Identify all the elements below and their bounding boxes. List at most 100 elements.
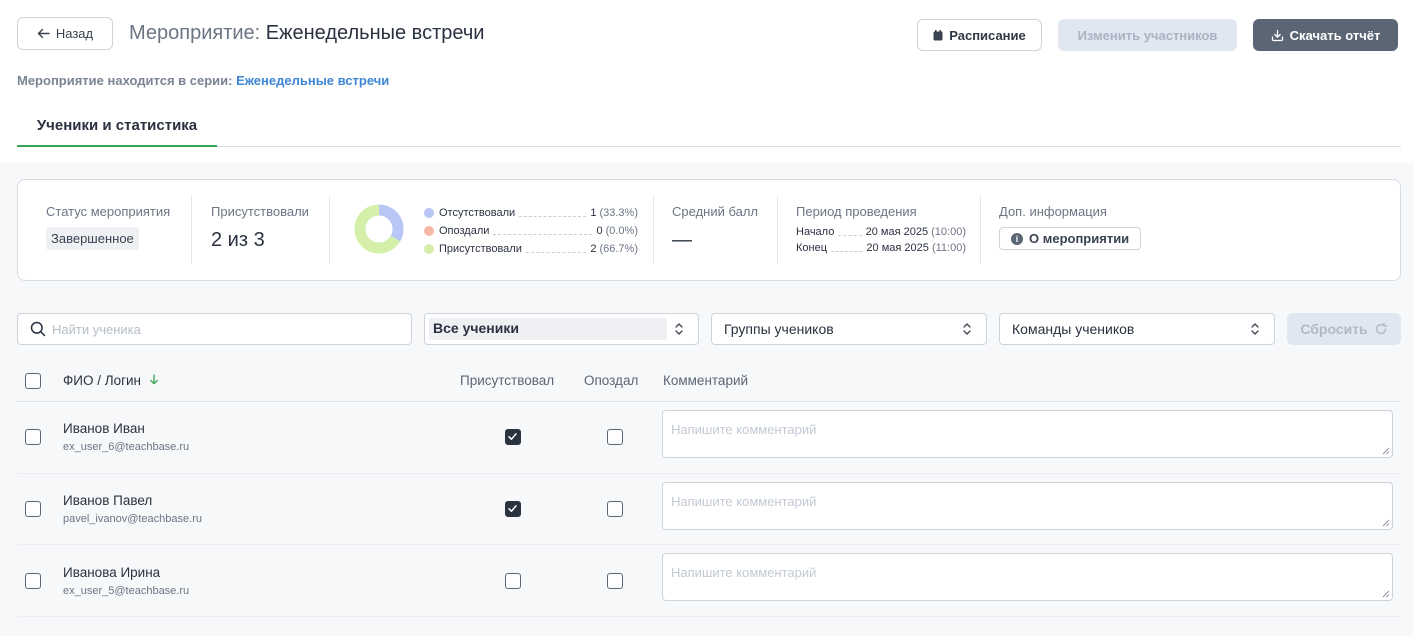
chevron-up-down-icon	[963, 323, 971, 335]
search-input[interactable]: Найти ученика	[17, 313, 412, 345]
legend-dot	[424, 208, 434, 218]
status-badge: Завершенное	[46, 227, 139, 250]
reset-filters-button[interactable]: Сбросить	[1287, 313, 1401, 345]
status-label: Статус мероприятия	[46, 204, 171, 219]
leader-dots	[831, 244, 863, 252]
leader-dots	[493, 227, 593, 235]
student-name: Иванов Иван	[63, 421, 145, 436]
row-divider	[17, 473, 1401, 474]
comment-textarea[interactable]: Напишите комментарий	[662, 482, 1393, 530]
sort-arrow-down-icon	[149, 374, 158, 385]
page-title-text: Еженедельные встречи	[265, 22, 485, 44]
table-divider	[17, 401, 1401, 402]
period-start: Начало 20 мая 2025 (10:00)	[796, 224, 966, 240]
info-icon: i	[1011, 232, 1023, 245]
late-checkbox[interactable]	[607, 501, 623, 517]
student-login: pavel_ivanov@teachbase.ru	[63, 513, 202, 525]
resize-grip-icon[interactable]	[1382, 519, 1390, 527]
attended-checkbox[interactable]	[505, 429, 521, 445]
divider	[191, 196, 192, 264]
chevron-up-down-icon	[1251, 323, 1259, 335]
start-date: 20 мая 2025	[865, 226, 929, 238]
attendance-legend: Отсутствовали 1 (33.3%) Опоздали 0 (0.0%…	[424, 204, 638, 258]
divider	[980, 196, 981, 264]
teams-select-value: Команды учеников	[1012, 321, 1135, 337]
students-select[interactable]: Все ученики	[424, 313, 699, 345]
students-select-value: Все ученики	[429, 318, 667, 340]
attendance-donut-chart	[354, 204, 404, 254]
tab-students-stats[interactable]: Ученики и статистика	[17, 117, 217, 147]
extra-info-label: Доп. информация	[999, 204, 1107, 219]
page-title-prefix: Мероприятие:	[129, 22, 261, 44]
late-checkbox[interactable]	[607, 573, 623, 589]
legend-item-absent: Отсутствовали 1 (33.3%)	[424, 204, 638, 222]
schedule-button[interactable]: Расписание	[917, 19, 1042, 51]
tab-students-stats-label: Ученики и статистика	[36, 117, 198, 134]
legend-count: 0	[596, 225, 603, 237]
about-event-button[interactable]: i О мероприятии	[999, 227, 1142, 250]
attended-label: Присутствовали	[211, 204, 309, 219]
student-name: Иванова Ирина	[63, 565, 161, 580]
legend-percent: (66.7%)	[599, 243, 638, 255]
start-label: Начало	[796, 226, 835, 238]
avg-score-value: —	[672, 229, 692, 251]
legend-item-late: Опоздали 0 (0.0%)	[424, 222, 638, 240]
comment-textarea[interactable]: Напишите комментарий	[662, 553, 1393, 601]
start-time: (10:00)	[931, 226, 966, 238]
row-divider	[17, 616, 1401, 617]
end-time: (11:00)	[931, 242, 966, 254]
divider	[777, 196, 778, 264]
attended-checkbox[interactable]	[505, 501, 521, 517]
teams-select[interactable]: Команды учеников	[999, 313, 1275, 345]
divider	[329, 196, 330, 264]
groups-select[interactable]: Группы учеников	[711, 313, 987, 345]
back-label: Назад	[55, 26, 94, 41]
resize-grip-icon[interactable]	[1382, 590, 1390, 598]
checkmark-icon	[508, 505, 517, 512]
resize-grip-icon[interactable]	[1382, 447, 1390, 455]
leader-dots	[525, 245, 587, 253]
row-divider	[17, 544, 1401, 545]
download-report-button[interactable]: Скачать отчёт	[1253, 19, 1398, 51]
attended-value: 2 из 3	[211, 229, 265, 251]
event-stats-card: Статус мероприятия Завершенное Присутств…	[17, 179, 1401, 281]
row-select-checkbox[interactable]	[25, 501, 41, 517]
comment-textarea[interactable]: Напишите комментарий	[662, 410, 1393, 458]
change-participants-label: Изменить участников	[1077, 27, 1218, 43]
late-checkbox[interactable]	[607, 429, 623, 445]
attended-checkbox[interactable]	[505, 573, 521, 589]
status-block: Статус мероприятия Завершенное	[46, 204, 170, 304]
series-info: Мероприятие находится в серии: Еженедель…	[17, 73, 389, 88]
search-icon	[30, 321, 46, 337]
select-all-checkbox[interactable]	[25, 373, 41, 389]
avg-score-block: Средний балл —	[672, 204, 758, 304]
chevron-up-down-icon	[675, 323, 683, 335]
column-header-name-label: ФИО / Логин	[63, 373, 142, 388]
legend-dot	[424, 226, 434, 236]
change-participants-button[interactable]: Изменить участников	[1058, 19, 1237, 51]
search-placeholder: Найти ученика	[52, 321, 141, 337]
leader-dots	[838, 228, 862, 236]
schedule-label: Расписание	[949, 27, 1026, 43]
period-block: Период проведения Начало 20 мая 2025 (10…	[796, 204, 966, 304]
legend-count: 1	[590, 207, 597, 219]
comment-placeholder: Напишите комментарий	[671, 494, 817, 509]
comment-placeholder: Напишите комментарий	[671, 565, 817, 580]
column-header-name[interactable]: ФИО / Логин	[63, 373, 159, 388]
legend-percent: (33.3%)	[599, 207, 638, 219]
column-header-attended: Присутствовал	[460, 373, 555, 388]
row-select-checkbox[interactable]	[25, 573, 41, 589]
extra-info-block: Доп. информация i О мероприятии	[999, 204, 1142, 304]
back-button[interactable]: Назад	[17, 17, 113, 50]
arrow-left-icon	[37, 28, 50, 39]
legend-label: Присутствовали	[439, 243, 522, 255]
period-end: Конец 20 мая 2025 (11:00)	[796, 240, 966, 256]
column-header-late: Опоздал	[584, 373, 639, 388]
series-link[interactable]: Еженедельные встречи	[236, 73, 389, 88]
student-login: ex_user_6@teachbase.ru	[63, 441, 190, 453]
student-login: ex_user_5@teachbase.ru	[63, 585, 190, 597]
reset-label: Сбросить	[1300, 321, 1368, 337]
row-select-checkbox[interactable]	[25, 429, 41, 445]
end-date: 20 мая 2025	[866, 242, 929, 254]
groups-select-value: Группы учеников	[724, 321, 834, 337]
